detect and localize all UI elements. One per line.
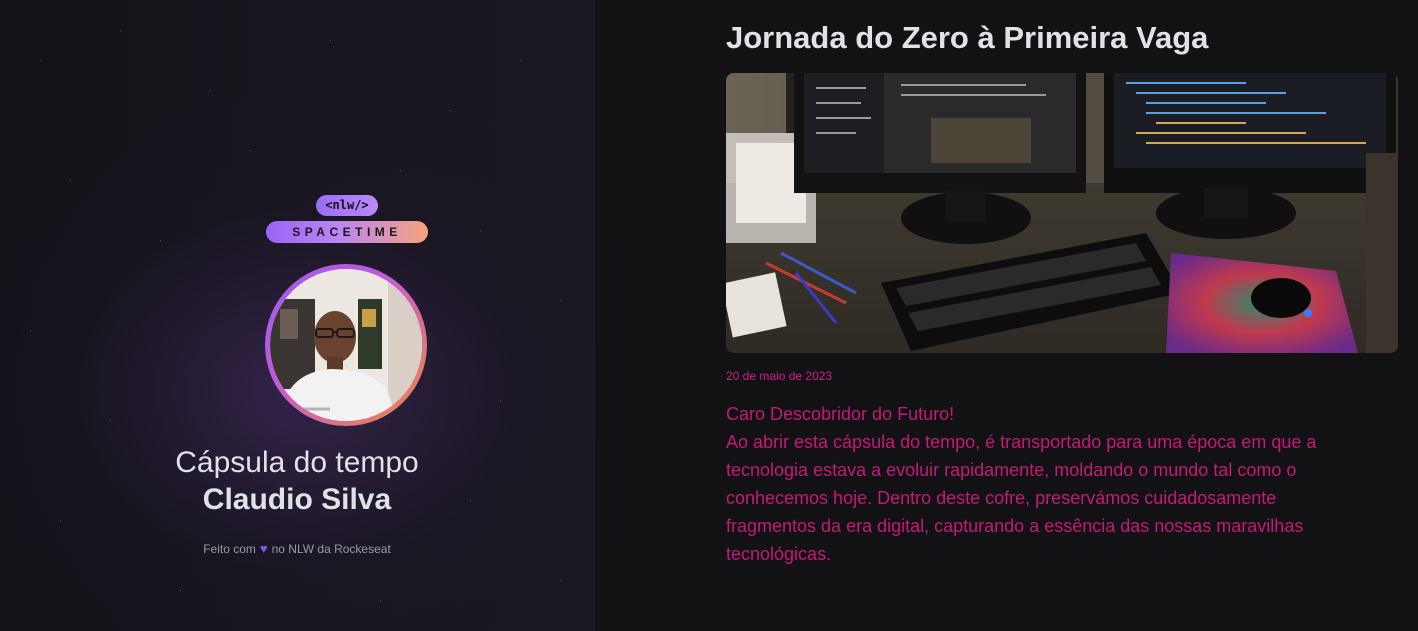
footer-text-before: Feito com xyxy=(203,542,256,556)
footer: Feito com ♥ no NLW da Rockeseat xyxy=(0,540,594,558)
footer-text-after: no NLW da Rockeseat xyxy=(271,542,391,556)
sidebar: <nlw/> SPACETIME Cápsula do tempo Claudi xyxy=(0,0,595,631)
memory-photo xyxy=(726,73,1398,353)
user-name: Claudio Silva xyxy=(202,483,392,516)
heart-icon: ♥ xyxy=(259,541,268,556)
main-content: Jornada do Zero à Primeira Vaga 20 de ma… xyxy=(594,0,1418,631)
memory-title: Jornada do Zero à Primeira Vaga xyxy=(726,20,1209,55)
capsule-title: Cápsula do tempo xyxy=(175,446,419,479)
avatar-photo xyxy=(270,269,422,421)
logo-tag: <nlw/> xyxy=(316,195,378,216)
avatar[interactable] xyxy=(265,264,427,426)
logo-text: SPACETIME xyxy=(266,221,428,243)
memory-date: 20 de maio de 2023 xyxy=(726,369,833,383)
nlw-spacetime-logo: <nlw/> SPACETIME xyxy=(266,195,428,245)
avatar-image xyxy=(270,269,422,421)
memory-content: Caro Descobridor do Futuro! Ao abrir est… xyxy=(726,404,1317,564)
memory-image xyxy=(726,73,1398,353)
